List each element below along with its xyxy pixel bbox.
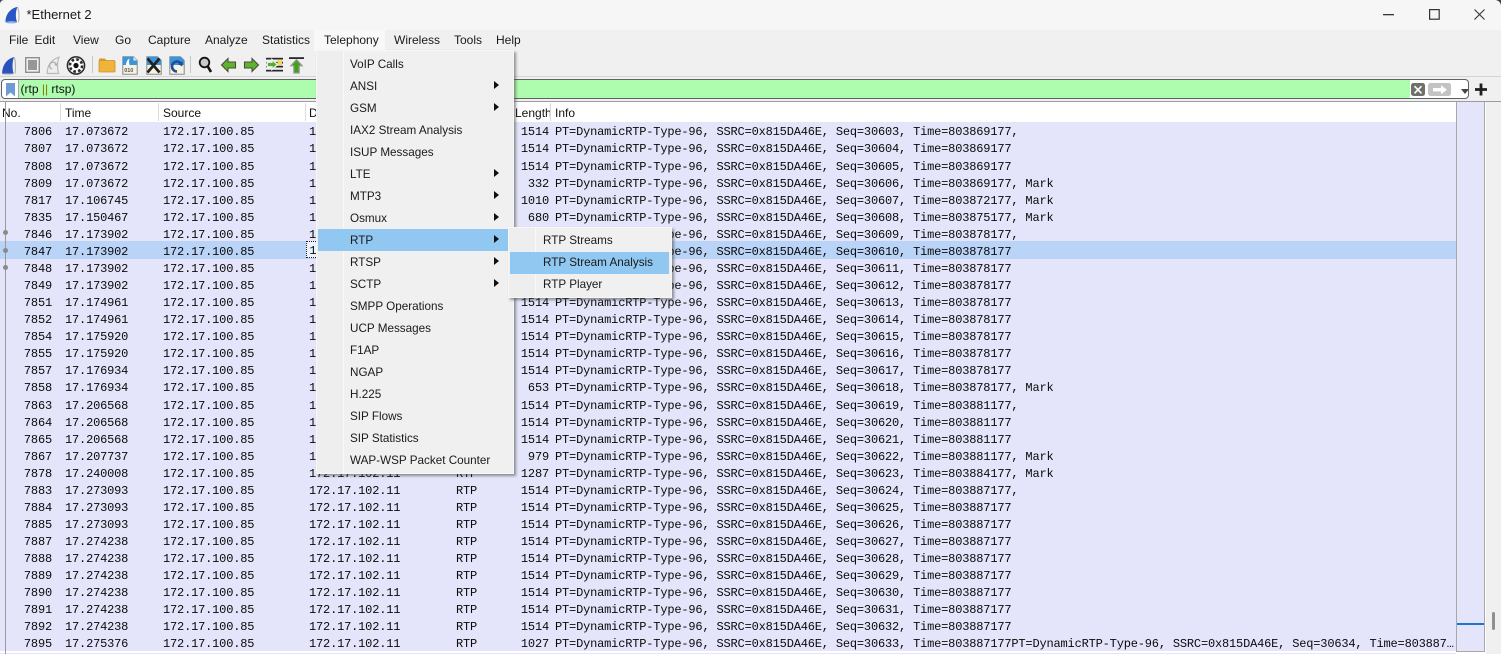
svg-text:010: 010 xyxy=(124,68,133,74)
